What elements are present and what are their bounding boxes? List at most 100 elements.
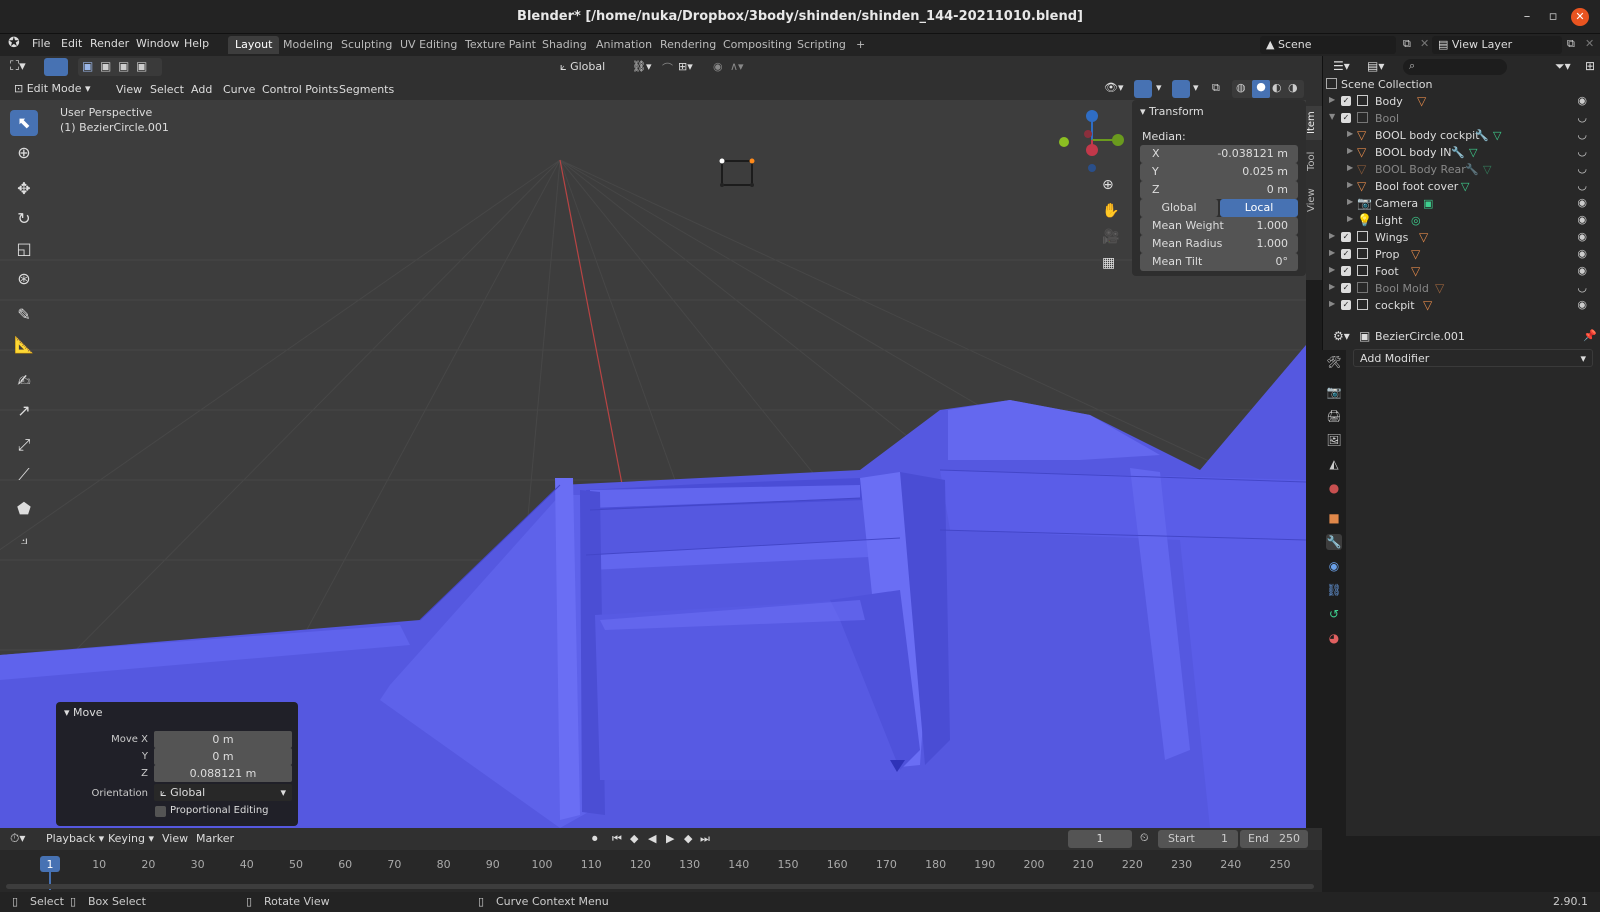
include-checkbox[interactable]: ✓: [1341, 249, 1351, 259]
tab-rendering[interactable]: Rendering: [653, 36, 723, 54]
snap-target-icon[interactable]: ⊞▾: [678, 60, 693, 73]
material-tab-icon[interactable]: ◕: [1326, 630, 1342, 646]
add-workspace-button[interactable]: +: [849, 36, 872, 54]
proportional-editing-checkbox[interactable]: [155, 806, 166, 817]
hidden-eye-icon[interactable]: ◡: [1577, 162, 1587, 175]
playback-menu[interactable]: Playback ▾: [46, 832, 104, 845]
tab-sculpting[interactable]: Sculpting: [334, 36, 399, 54]
visibility-eye-icon[interactable]: ◉: [1577, 298, 1587, 311]
curve-data-tab-icon[interactable]: ↺: [1326, 606, 1342, 622]
mean-radius-field[interactable]: Mean Radius 1.000: [1140, 235, 1298, 253]
outliner-row-bool-mold[interactable]: ▶ ✓ Bool Mold ▽ ◡: [1323, 280, 1600, 297]
selection-mode-buttons[interactable]: ▣ ▣ ▣ ▣: [78, 58, 162, 76]
tab-texture-paint[interactable]: Texture Paint: [458, 36, 543, 54]
wireframe-shading-icon[interactable]: ◍: [1236, 81, 1246, 94]
modifier-tab-icon[interactable]: 🔧: [1326, 534, 1342, 550]
visibility-eye-icon[interactable]: ◉: [1577, 213, 1587, 226]
outliner-row-wings[interactable]: ▶ ✓ Wings ▽ ◉: [1323, 229, 1600, 246]
proportional-falloff-icon[interactable]: ∧▾: [730, 60, 744, 73]
overlays-toggle-icon[interactable]: [1172, 80, 1190, 98]
timeline-view-menu[interactable]: View: [162, 832, 188, 845]
snap-icon[interactable]: ⌒: [662, 60, 673, 76]
median-x-field[interactable]: X -0.038121 m: [1140, 145, 1298, 163]
select-subtract-icon[interactable]: ▣: [118, 59, 129, 73]
jump-end-icon[interactable]: ⏭: [700, 832, 710, 846]
solid-shading-icon[interactable]: ●: [1252, 80, 1270, 98]
gizmo-toggle-icon[interactable]: [1134, 80, 1152, 98]
display-mode-icon[interactable]: ▤▾: [1367, 59, 1384, 73]
pan-hand-icon[interactable]: ✋: [1102, 203, 1119, 219]
include-checkbox[interactable]: ✓: [1341, 300, 1351, 310]
expand-icon[interactable]: ▶: [1329, 95, 1335, 104]
expand-icon[interactable]: ▶: [1329, 299, 1335, 308]
expand-icon[interactable]: ▶: [1347, 214, 1353, 223]
outliner-row-body[interactable]: ▶ ✓ Body ▽ ◉: [1323, 93, 1600, 110]
menu-render[interactable]: Render: [90, 37, 129, 50]
camera-view-icon[interactable]: 🎥: [1102, 229, 1119, 245]
median-y-field[interactable]: Y 0.025 m: [1140, 163, 1298, 181]
expand-icon[interactable]: ▶: [1347, 197, 1353, 206]
outliner-row-foot[interactable]: ▶ ✓ Foot ▽ ◉: [1323, 263, 1600, 280]
menu-help[interactable]: Help: [184, 37, 209, 50]
annotate-tool-icon[interactable]: ✎: [10, 302, 38, 328]
filter-icon[interactable]: ⏷▾: [1555, 59, 1571, 74]
move-panel-header[interactable]: ▾ Move: [64, 706, 103, 719]
tab-modeling[interactable]: Modeling: [276, 36, 340, 54]
menu-control-points[interactable]: Control Points: [262, 83, 338, 96]
select-new-icon[interactable]: ▣: [82, 59, 93, 73]
outliner-row-camera[interactable]: ▶ 📷 Camera ▣ ◉: [1323, 195, 1600, 212]
hidden-eye-icon[interactable]: ◡: [1577, 179, 1587, 192]
extrude-tool-icon[interactable]: ↗: [10, 398, 38, 424]
rotate-tool-icon[interactable]: ↻: [10, 206, 38, 232]
zoom-icon[interactable]: ⊕: [1102, 177, 1114, 193]
collapse-icon[interactable]: ▼: [1329, 112, 1335, 121]
expand-icon[interactable]: ▶: [1347, 163, 1353, 172]
preview-range-icon[interactable]: ⏲: [1140, 831, 1149, 845]
randomize-tool-icon[interactable]: ⬟: [10, 496, 38, 522]
expand-icon[interactable]: ▶: [1329, 248, 1335, 257]
expand-icon[interactable]: ▶: [1347, 129, 1353, 138]
tab-uv-editing[interactable]: UV Editing: [393, 36, 464, 54]
maximize-button[interactable]: ▫: [1544, 8, 1562, 26]
outliner-row-light[interactable]: ▶ 💡 Light ◎ ◉: [1323, 212, 1600, 229]
neg-x-axis-icon[interactable]: [1084, 130, 1092, 138]
menu-select[interactable]: Select: [150, 83, 184, 96]
outliner-row-bool-body-rear[interactable]: ▶ ▽ BOOL Body Rear 🔧 ▽ ◡: [1323, 161, 1600, 178]
tab-compositing[interactable]: Compositing: [716, 36, 799, 54]
pivot-point-icon[interactable]: ⛓▾: [632, 60, 652, 73]
outliner-editor-type-icon[interactable]: ☰▾: [1333, 59, 1350, 73]
outliner-search-input[interactable]: ⌕: [1403, 59, 1507, 75]
radius-tool-icon[interactable]: ⤢: [10, 432, 38, 458]
tab-item[interactable]: Item: [1306, 106, 1322, 140]
world-tab-icon[interactable]: ●: [1326, 480, 1342, 496]
orientation-dropdown[interactable]: ⟀ Global ▾: [154, 784, 292, 801]
include-checkbox[interactable]: ✓: [1341, 232, 1351, 242]
blender-logo-icon[interactable]: ✪: [8, 35, 20, 51]
z-axis-icon[interactable]: [1086, 110, 1098, 122]
timeline-editor-type-icon[interactable]: ⏱▾: [10, 831, 25, 846]
menu-edit[interactable]: Edit: [61, 37, 82, 50]
overlays-dropdown-icon[interactable]: ▾: [1193, 81, 1199, 94]
prev-keyframe-icon[interactable]: ◆: [630, 832, 638, 845]
navigation-gizmo[interactable]: [1052, 106, 1132, 186]
transform-panel-header[interactable]: ▾ Transform: [1140, 105, 1204, 118]
visibility-icon[interactable]: 👁▾: [1104, 81, 1124, 94]
scene-selector[interactable]: ▲ Scene: [1260, 36, 1396, 54]
draw-curve-tool-icon[interactable]: ✍: [10, 368, 38, 394]
tab-shading[interactable]: Shading: [535, 36, 594, 54]
shading-mode-buttons[interactable]: ◍ ● ◐ ◑: [1232, 80, 1304, 98]
include-checkbox[interactable]: ✓: [1341, 283, 1351, 293]
scene-tab-icon[interactable]: ◭: [1326, 456, 1342, 472]
move-x-field[interactable]: 0 m: [154, 731, 292, 748]
mode-selector[interactable]: ⊡ Edit Mode ▾: [8, 80, 104, 98]
jump-start-icon[interactable]: ⏮: [612, 832, 622, 846]
tab-tool[interactable]: Tool: [1306, 146, 1322, 176]
output-tab-icon[interactable]: 🖨: [1326, 408, 1342, 424]
play-icon[interactable]: ▶: [666, 832, 674, 845]
view-layer-remove-icon[interactable]: ✕: [1585, 37, 1594, 50]
close-button[interactable]: ✕: [1571, 8, 1589, 26]
menu-segments[interactable]: Segments: [339, 83, 394, 96]
expand-icon[interactable]: ▶: [1329, 231, 1335, 240]
marker-menu[interactable]: Marker: [196, 832, 234, 845]
tab-scripting[interactable]: Scripting: [790, 36, 853, 54]
